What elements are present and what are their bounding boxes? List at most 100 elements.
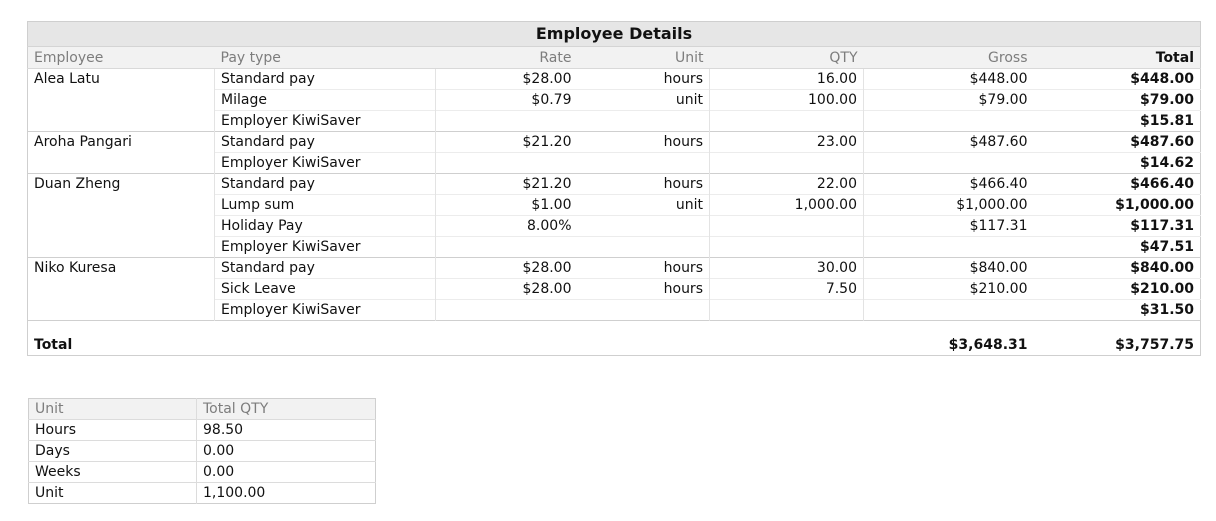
total-qty-cell: 0.00	[196, 440, 376, 462]
table-title: Employee Details	[27, 21, 1201, 47]
table-row: Employer KiwiSaver $31.50	[28, 299, 1201, 321]
qty-cell	[709, 110, 864, 132]
qty-cell: 30.00	[709, 257, 864, 279]
unit-cell	[577, 152, 710, 174]
table-row: Holiday Pay 8.00% $117.31 $117.31	[28, 215, 1201, 237]
col-header-unit: Unit	[28, 398, 197, 420]
rate-cell: $21.20	[435, 131, 578, 153]
gross-cell	[863, 236, 1034, 258]
rate-cell: $1.00	[435, 194, 578, 216]
unit-cell: hours	[577, 257, 710, 279]
table-row: Niko Kuresa Standard pay $28.00 hours 30.00 $…	[27, 257, 1201, 279]
employee-cell	[28, 195, 215, 216]
employee-cell	[28, 237, 215, 258]
gross-cell: $487.60	[863, 131, 1034, 153]
col-header-pay-type: Pay type	[214, 46, 436, 69]
pay-type-cell: Milage	[214, 89, 436, 111]
pay-type-cell: Standard pay	[214, 68, 436, 90]
pay-type-cell: Standard pay	[214, 173, 436, 195]
qty-cell: 7.50	[709, 278, 864, 300]
unit-summary-table: Unit Total QTY Hours 98.50 Days 0.00 Weeks 0.…	[28, 398, 376, 504]
unit-name-cell: Unit	[28, 482, 197, 504]
rate-cell: 8.00%	[435, 215, 578, 237]
total-row: Total $3,648.31 $3,757.75	[27, 335, 1201, 356]
col-header-rate: Rate	[435, 46, 578, 69]
qty-cell: 22.00	[709, 173, 864, 195]
employee-details-table: Employee Details Employee Pay type Rate …	[27, 21, 1201, 356]
employee-cell	[28, 153, 215, 174]
unit-name-cell: Hours	[28, 419, 197, 441]
table-row: Employer KiwiSaver $14.62	[28, 152, 1201, 174]
total-qty-cell: 1,100.00	[196, 482, 376, 504]
table-row: Aroha Pangari Standard pay $21.20 hours 23.0…	[27, 131, 1201, 153]
col-header-qty: QTY	[709, 46, 864, 69]
table-row: Hours 98.50	[28, 419, 376, 441]
total-cell: $47.51	[1033, 236, 1201, 258]
unit-cell: hours	[663, 71, 703, 87]
pay-type-cell: Standard pay	[214, 257, 436, 279]
table-row: Lump sum $1.00 unit 1,000.00 $1,000.00 $1,000…	[28, 194, 1201, 216]
qty-cell	[709, 152, 864, 174]
gross-cell	[863, 299, 1034, 321]
column-header-row: Employee Pay type Rate Unit QTY Gross To…	[27, 46, 1201, 69]
table-row: Employer KiwiSaver $15.81	[28, 110, 1201, 132]
unit-name-cell: Weeks	[28, 461, 197, 483]
total-gross: $3,648.31	[863, 335, 1034, 356]
col-header-gross: Gross	[863, 46, 1034, 69]
pay-type-cell: Employer KiwiSaver	[214, 152, 436, 174]
rate-cell: $0.79	[435, 89, 578, 111]
total-cell: $14.62	[1033, 152, 1201, 174]
col-header-total-qty: Total QTY	[196, 398, 376, 420]
total-cell: $31.50	[1033, 299, 1201, 321]
unit-cell	[577, 215, 710, 237]
total-cell: $79.00	[1033, 89, 1201, 111]
table-row: Alea Latu Standard pay $28.00 hours 16.00 $44…	[28, 68, 1201, 90]
total-cell: $15.81	[1033, 110, 1201, 132]
gross-cell: $117.31	[863, 215, 1034, 237]
total-total: $3,757.75	[1033, 335, 1201, 356]
gross-cell: $448.00	[863, 68, 1034, 90]
pay-type-cell: Sick Leave	[214, 278, 436, 300]
table-row: Employer KiwiSaver $47.51	[28, 236, 1201, 258]
rate-cell	[435, 236, 578, 258]
gross-cell: $466.40	[863, 173, 1034, 195]
employee-details-body: Alea Latu Standard pay $28.00 hours 16.00 $44…	[27, 68, 1201, 321]
unit-cell	[577, 236, 710, 258]
total-label: Total	[27, 335, 215, 356]
gross-cell: $1,000.00	[863, 194, 1034, 216]
employee-cell	[28, 90, 215, 111]
pay-type-cell: Lump sum	[214, 194, 436, 216]
pay-type-cell: Employer KiwiSaver	[214, 236, 436, 258]
employee-cell	[28, 300, 215, 321]
table-row: Days 0.00	[28, 440, 376, 462]
gross-cell: $79.00	[863, 89, 1034, 111]
col-header-total: Total	[1033, 46, 1201, 69]
unit-cell: hours	[577, 131, 710, 153]
unit-summary-header-row: Unit Total QTY	[28, 398, 376, 420]
col-header-employee: Employee	[27, 46, 215, 69]
qty-cell	[709, 215, 864, 237]
qty-cell: 23.00	[709, 131, 864, 153]
total-qty-cell: 0.00	[196, 461, 376, 483]
total-cell: $487.60	[1033, 131, 1201, 153]
unit-cell	[577, 299, 710, 321]
rate-cell: $28.00	[435, 278, 578, 300]
rate-cell	[435, 299, 578, 321]
table-row: Sick Leave $28.00 hours 7.50 $210.00 $210.00	[28, 278, 1201, 300]
qty-cell: 100.00	[709, 89, 864, 111]
rate-cell: $21.20	[435, 173, 578, 195]
unit-cell: hours	[577, 173, 710, 195]
rate-cell: $28.00	[435, 257, 578, 279]
qty-cell	[709, 299, 864, 321]
employee-name: Aroha Pangari	[27, 131, 215, 153]
unit-cell: unit	[577, 89, 710, 111]
pay-type-cell: Holiday Pay	[214, 215, 436, 237]
qty-cell: 1,000.00	[709, 194, 864, 216]
total-cell: $448.00	[1130, 71, 1194, 87]
unit-cell: hours	[577, 278, 710, 300]
total-qty-cell: 98.50	[196, 419, 376, 441]
employee-cell	[28, 279, 215, 300]
employee-name: Niko Kuresa	[27, 257, 215, 279]
table-row: Weeks 0.00	[28, 461, 376, 483]
pay-type-cell: Employer KiwiSaver	[214, 110, 436, 132]
